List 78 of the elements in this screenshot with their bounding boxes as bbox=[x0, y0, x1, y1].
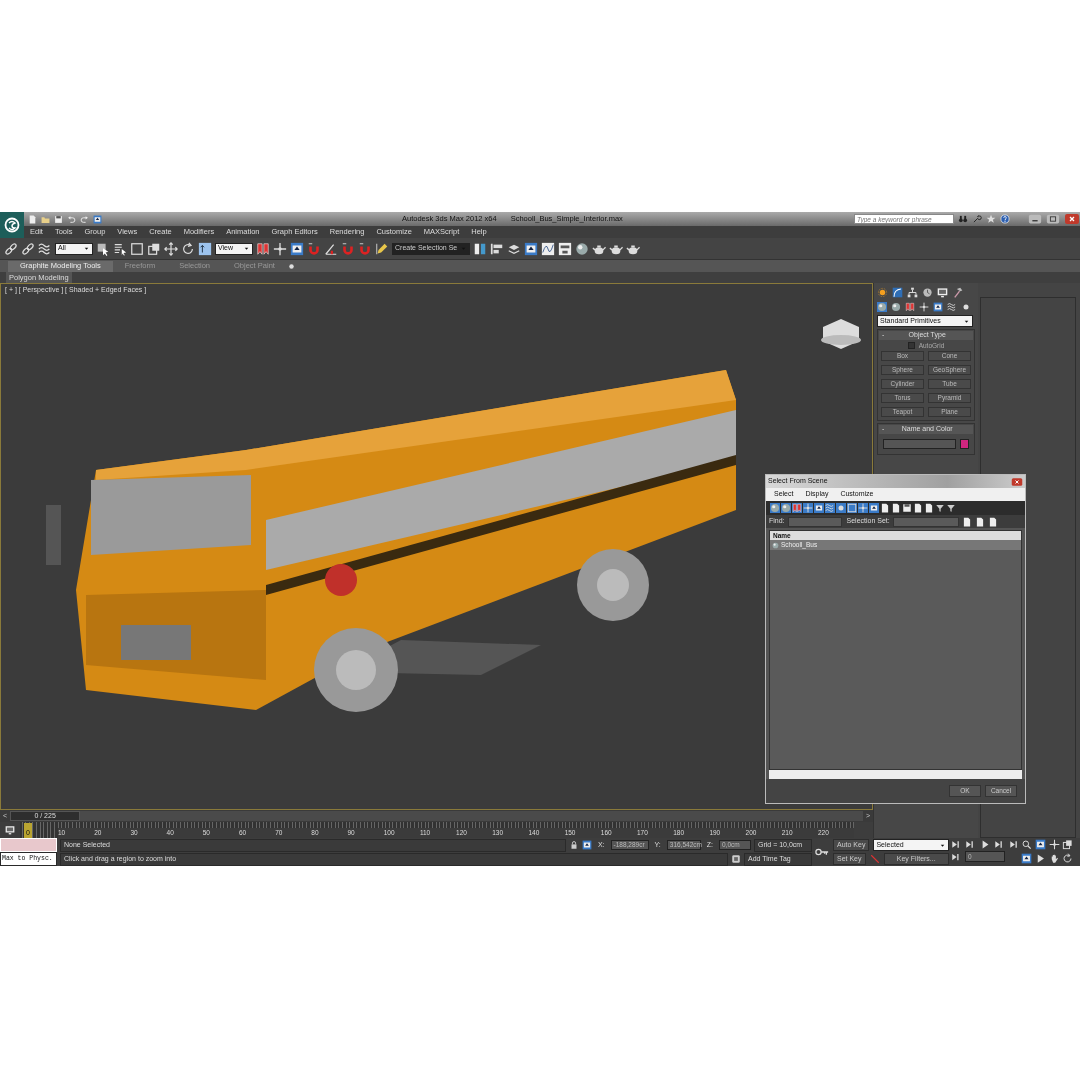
curve-graph-icon[interactable] bbox=[541, 241, 555, 256]
maximize-icon[interactable] bbox=[1046, 212, 1060, 226]
window-icon[interactable] bbox=[524, 241, 538, 256]
rotate-icon[interactable] bbox=[181, 241, 195, 256]
window-icon[interactable] bbox=[1021, 852, 1032, 864]
crosshair-icon[interactable] bbox=[273, 241, 287, 256]
dot-icon[interactable] bbox=[836, 503, 846, 513]
redo-icon[interactable] bbox=[80, 214, 89, 224]
wrench-icon[interactable] bbox=[972, 214, 982, 224]
bookmark-icon[interactable] bbox=[256, 241, 270, 256]
skip-icon[interactable] bbox=[1008, 839, 1020, 850]
rotate-icon[interactable] bbox=[1062, 852, 1074, 864]
find-field[interactable] bbox=[787, 516, 842, 527]
sphere-icon[interactable] bbox=[781, 503, 791, 513]
select-cursor-icon[interactable] bbox=[96, 241, 110, 256]
autogrid-checkbox[interactable] bbox=[907, 342, 915, 349]
skip-icon[interactable] bbox=[994, 839, 1005, 850]
monitor-icon[interactable] bbox=[937, 286, 948, 298]
skip-icon[interactable] bbox=[951, 851, 961, 862]
bookmark-icon[interactable] bbox=[905, 302, 915, 312]
crosshair-icon[interactable] bbox=[919, 302, 929, 312]
sphere-icon[interactable] bbox=[891, 302, 901, 312]
wave-icon[interactable] bbox=[947, 302, 957, 312]
crosshair-icon[interactable] bbox=[1048, 839, 1060, 850]
selection-set-field[interactable] bbox=[892, 516, 959, 527]
name-field[interactable] bbox=[883, 439, 956, 449]
window-icon[interactable] bbox=[869, 503, 879, 513]
window-icon[interactable] bbox=[814, 503, 824, 513]
open-icon[interactable] bbox=[41, 214, 50, 224]
minimize-icon[interactable] bbox=[1028, 212, 1042, 226]
window-icon[interactable] bbox=[290, 241, 304, 256]
zoom-icon[interactable] bbox=[1021, 839, 1032, 850]
align-icon[interactable] bbox=[490, 241, 504, 256]
app-logo-icon[interactable] bbox=[4, 217, 20, 233]
mirror-icon[interactable] bbox=[473, 241, 487, 256]
link-icon[interactable] bbox=[21, 241, 35, 256]
hammer-icon[interactable] bbox=[952, 286, 963, 298]
save-icon[interactable] bbox=[54, 214, 63, 224]
window-icon[interactable] bbox=[933, 302, 943, 312]
save-icon[interactable] bbox=[902, 503, 912, 513]
selection-rectangle-icon[interactable] bbox=[130, 241, 144, 256]
star-icon[interactable] bbox=[986, 214, 996, 224]
tag-icon[interactable] bbox=[731, 854, 741, 864]
scale-icon[interactable] bbox=[1062, 839, 1074, 850]
wave-icon[interactable] bbox=[38, 241, 52, 256]
window-icon[interactable] bbox=[1034, 839, 1046, 850]
schematic-icon[interactable] bbox=[558, 241, 572, 256]
pencil-icon[interactable] bbox=[375, 241, 389, 256]
clock-icon[interactable] bbox=[922, 286, 933, 298]
listener-input[interactable] bbox=[0, 838, 57, 852]
curve-icon[interactable] bbox=[892, 286, 903, 298]
move-icon[interactable] bbox=[164, 241, 178, 256]
scale-icon[interactable] bbox=[147, 241, 161, 256]
hierarchy-icon[interactable] bbox=[907, 286, 918, 298]
skip-icon[interactable] bbox=[965, 839, 976, 850]
window-icon[interactable] bbox=[581, 840, 592, 850]
skip-icon[interactable] bbox=[951, 839, 962, 850]
binoculars-icon[interactable] bbox=[958, 214, 968, 224]
sphere-icon[interactable] bbox=[770, 503, 780, 513]
horizontal-scrollbar[interactable] bbox=[769, 770, 1022, 779]
sphere-icon[interactable] bbox=[877, 302, 887, 312]
undo-icon[interactable] bbox=[67, 214, 76, 224]
caret-icon[interactable] bbox=[243, 245, 250, 252]
sphere-icon[interactable] bbox=[575, 241, 589, 256]
list-cursor-icon[interactable] bbox=[113, 241, 127, 256]
color-swatch[interactable] bbox=[960, 439, 969, 449]
window-icon[interactable] bbox=[93, 214, 102, 224]
selection-rectangle-icon[interactable] bbox=[847, 503, 857, 513]
sphere-icon bbox=[772, 541, 779, 549]
close-icon[interactable] bbox=[1064, 211, 1080, 227]
dot-icon[interactable] bbox=[961, 302, 971, 312]
link-icon[interactable] bbox=[4, 241, 18, 256]
help-icon[interactable] bbox=[1000, 214, 1010, 224]
sun-icon[interactable] bbox=[877, 286, 888, 298]
close-icon[interactable] bbox=[1011, 475, 1023, 488]
caret-icon[interactable] bbox=[83, 245, 90, 252]
monitor-icon[interactable] bbox=[5, 825, 15, 835]
dot-icon[interactable] bbox=[286, 261, 296, 271]
